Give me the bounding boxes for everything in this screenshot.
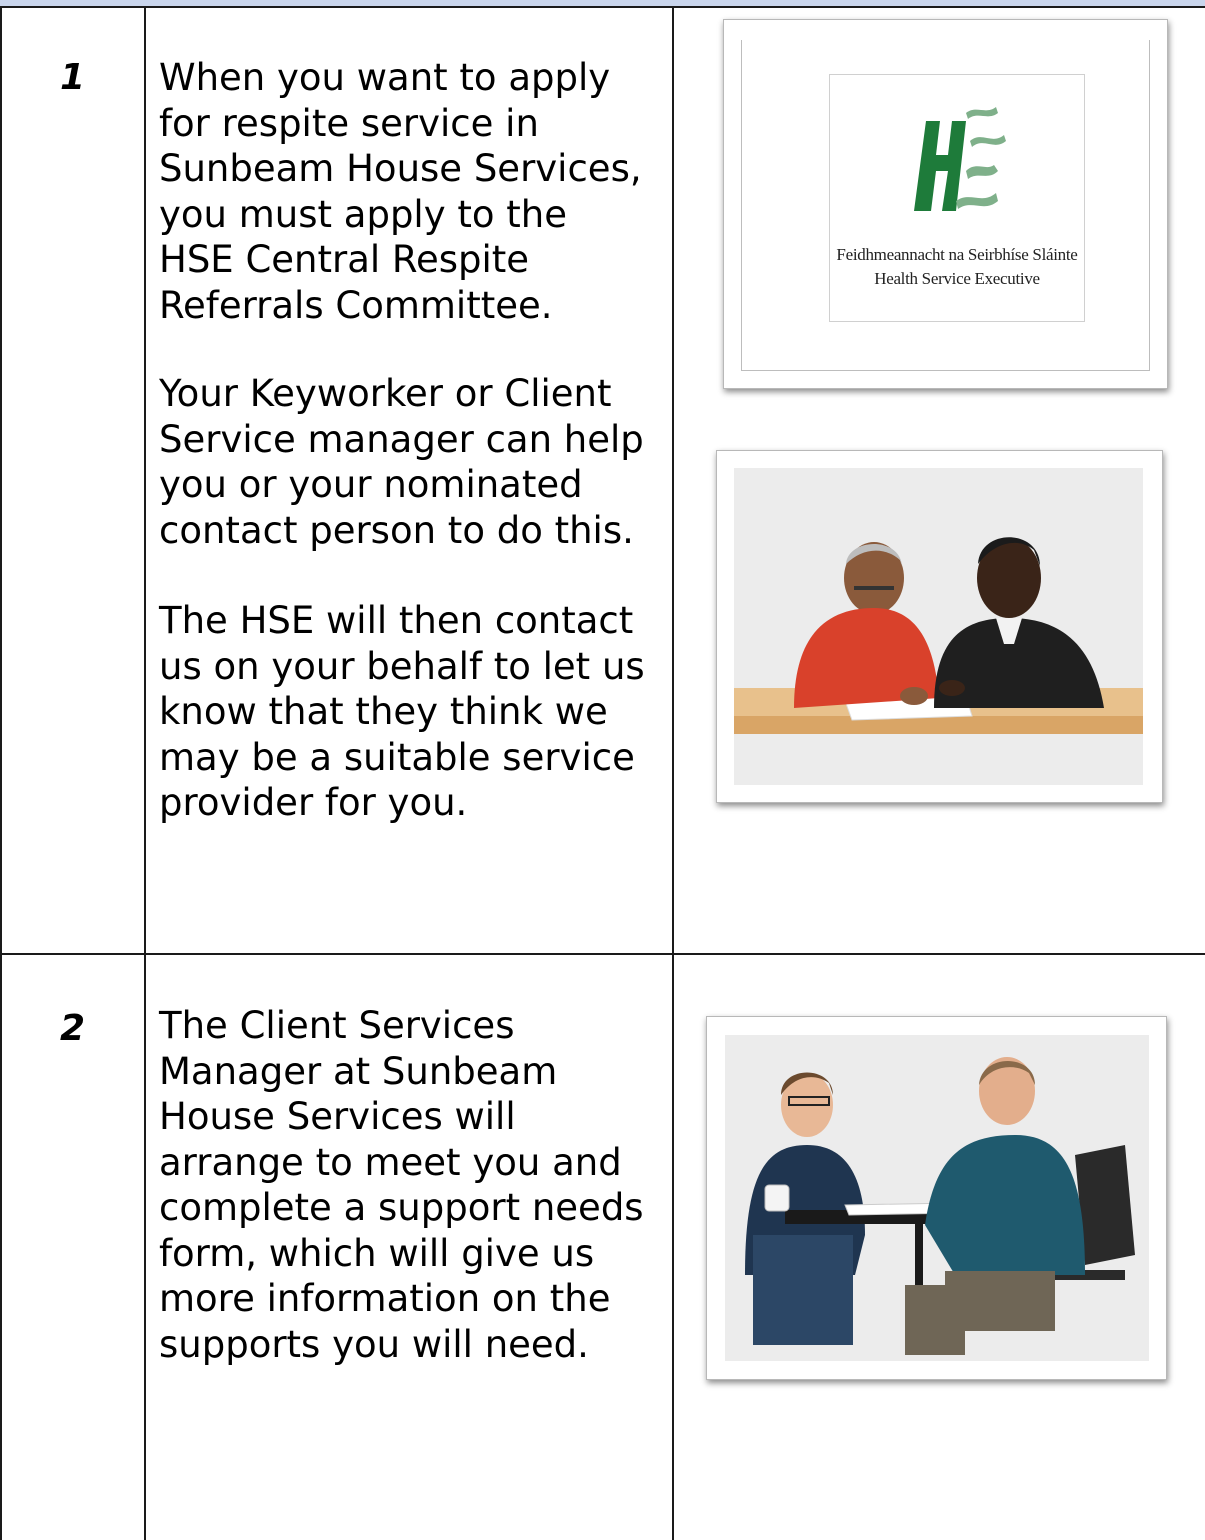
hse-logo: Feidhmeannacht na Seirbhíse Sláinte Heal…	[829, 74, 1085, 322]
meeting-photo	[734, 468, 1143, 785]
hse-logo-frame: Feidhmeannacht na Seirbhíse Sláinte Heal…	[723, 19, 1168, 389]
hse-emblem-icon	[914, 107, 1006, 211]
photo-frame	[706, 1016, 1167, 1380]
step-number: 1	[60, 57, 86, 98]
frame-edge	[741, 370, 1149, 371]
photo-frame	[716, 450, 1163, 803]
two-men-meeting-image	[725, 1035, 1149, 1361]
step-paragraph: The HSE will then contact us on your beh…	[159, 599, 645, 824]
frame-edge	[1149, 40, 1150, 371]
step-paragraph: When you want to apply for respite servi…	[159, 56, 642, 327]
table-header-band	[0, 0, 1205, 8]
meeting-photo	[725, 1035, 1149, 1361]
step-paragraph: Your Keyworker or Client Service manager…	[159, 372, 644, 552]
logo-irish-name: Feidhmeannacht na Seirbhíse Sláinte	[836, 245, 1078, 264]
step-number: 2	[60, 1008, 86, 1049]
table-divider-number	[144, 6, 146, 1540]
table-divider-image	[672, 6, 674, 1540]
people-at-desk-image	[734, 468, 1143, 785]
logo-english-name: Health Service Executive	[874, 269, 1040, 288]
frame-edge	[741, 40, 742, 370]
table-row-separator	[0, 953, 1205, 955]
step-paragraph: The Client Services Manager at Sunbeam H…	[159, 1004, 644, 1366]
table-border-left	[0, 6, 2, 1540]
